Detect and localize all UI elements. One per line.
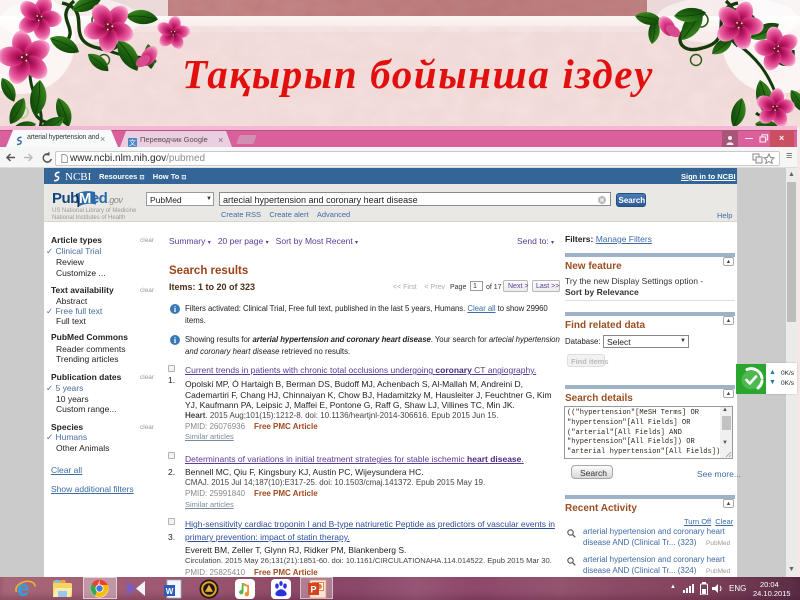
svg-text:W: W: [166, 587, 174, 596]
svg-text:文: 文: [129, 138, 136, 147]
svg-text:P: P: [310, 585, 316, 595]
